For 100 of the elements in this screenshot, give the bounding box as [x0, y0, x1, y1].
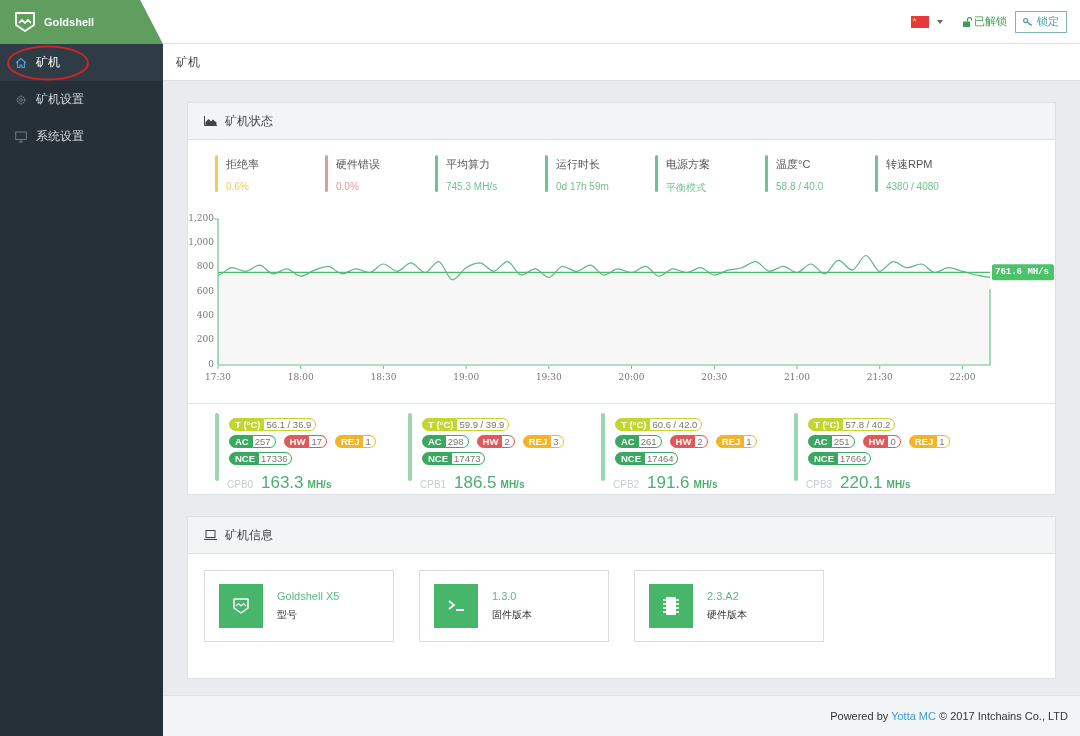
- y-tick-label: 1,000: [188, 236, 214, 247]
- ref-line-label: 761.6 MH/s: [995, 267, 1050, 278]
- counter-value: 1: [744, 435, 757, 448]
- average-value-tag: 761.6 MH/s: [992, 264, 1054, 281]
- counter-value: 17664: [838, 452, 872, 465]
- counter-label: AC: [808, 435, 832, 448]
- hashrate-unit: MH/s: [500, 479, 525, 490]
- terminal-icon: [434, 584, 478, 628]
- unlock-status-text: 已解锁: [974, 14, 1007, 29]
- y-tick-label: 1,200: [188, 212, 214, 223]
- counter-value: 59.9 / 39.9: [457, 418, 510, 431]
- counter-value: 2: [502, 435, 515, 448]
- stat-value: 745.3 MH/s: [446, 181, 498, 192]
- counter-label: NCE: [808, 452, 839, 465]
- x-tick-label: 21:30: [866, 372, 893, 382]
- flag-icon[interactable]: [911, 15, 929, 28]
- counter-value: 257: [252, 435, 276, 448]
- x-tick-label: 22:00: [949, 372, 976, 382]
- x-tick-label: 17:30: [205, 372, 231, 382]
- counter-label: REJ: [522, 435, 552, 448]
- board-hashrate: 186.5: [454, 473, 497, 493]
- stat-label: 平均算力: [446, 157, 491, 172]
- hashrate-unit: MH/s: [693, 479, 718, 490]
- area-chart-icon: [204, 116, 217, 126]
- info-label: 型号: [277, 608, 298, 622]
- y-tick-label: 0: [208, 358, 214, 369]
- caret-icon[interactable]: [937, 19, 943, 24]
- sidebar-item[interactable]: 矿机: [0, 44, 163, 81]
- counter-value: 1: [937, 435, 950, 448]
- brand-name: Goldshell: [44, 16, 95, 28]
- counter-value: 1: [363, 435, 376, 448]
- sidebar-item[interactable]: 矿机设置: [0, 81, 163, 118]
- counter-value: 3: [551, 435, 564, 448]
- counter-value: 261: [638, 435, 662, 448]
- counter-value: 2: [695, 435, 708, 448]
- panel-title: 矿机信息: [225, 526, 273, 544]
- stat-label: 硬件错误: [336, 157, 380, 172]
- counter-label: HW: [862, 435, 889, 448]
- info-label: 硬件版本: [707, 608, 747, 622]
- shield-logo-icon: [219, 584, 263, 628]
- gear-icon: [15, 93, 27, 106]
- counter-label: REJ: [908, 435, 938, 448]
- counter-label: HW: [476, 435, 503, 448]
- board-marker: [215, 413, 219, 481]
- stat-value: 0.6%: [226, 181, 250, 192]
- counter-value: 56.1 / 36.9: [264, 418, 317, 431]
- counter-value: 298: [445, 435, 469, 448]
- stat-value: 平衡模式: [666, 181, 707, 195]
- counter-label: T (°C): [615, 418, 651, 431]
- monitor-icon: [15, 130, 27, 143]
- counter-value: 0: [888, 435, 901, 448]
- y-tick-label: 600: [196, 285, 214, 296]
- counter-label: REJ: [715, 435, 745, 448]
- board-marker: [408, 413, 412, 481]
- stat-label: 拒绝率: [226, 157, 259, 172]
- counter-label: T (°C): [808, 418, 844, 431]
- info-value: Goldshell X5: [277, 590, 340, 602]
- x-tick-label: 19:30: [535, 372, 562, 382]
- stat-value: 4380 / 4080: [886, 181, 939, 192]
- hashrate-unit: MH/s: [886, 479, 911, 490]
- footer-text: Powered by Yotta MC © 2017 Intchains Co., LTD: [830, 710, 1068, 722]
- counter-label: AC: [615, 435, 639, 448]
- counter-label: AC: [422, 435, 446, 448]
- info-label: 固件版本: [492, 608, 532, 622]
- sidebar-item[interactable]: 系统设置: [0, 118, 163, 155]
- counter-value: 60.6 / 42.0: [650, 418, 703, 431]
- counter-value: 17473: [452, 452, 486, 465]
- x-tick-label: 18:30: [370, 372, 397, 382]
- counter-value: 17464: [645, 452, 679, 465]
- breadcrumb-text: 矿机: [176, 53, 200, 71]
- panel-title: 矿机状态: [225, 112, 273, 130]
- x-tick-label: 20:00: [618, 372, 645, 382]
- key-icon: [1023, 17, 1033, 26]
- chip-icon: [649, 584, 693, 628]
- counter-label: T (°C): [229, 418, 265, 431]
- stat-value: 0.0%: [336, 181, 360, 192]
- y-tick-label: 200: [196, 334, 214, 345]
- lock-button[interactable]: 锁定: [1015, 10, 1067, 33]
- counter-label: REJ: [335, 435, 364, 448]
- counter-label: NCE: [229, 452, 260, 465]
- board-hashrate: 220.1: [840, 473, 883, 493]
- stat-value: 58.8 / 40.0: [776, 181, 824, 192]
- stat-label: 电源方案: [666, 157, 710, 172]
- x-tick-label: 20:30: [701, 372, 728, 382]
- counter-label: NCE: [422, 452, 453, 465]
- stat-label: 转速RPM: [886, 157, 934, 172]
- stat-value: 0d 17h 59m: [556, 181, 609, 192]
- board-hashrate: 163.3: [261, 473, 304, 493]
- x-tick-label: 18:00: [287, 372, 314, 382]
- stat-label: 运行时长: [556, 157, 601, 172]
- counter-label: HW: [669, 435, 696, 448]
- board-hashrate: 191.6: [647, 473, 690, 493]
- counter-label: HW: [283, 435, 310, 448]
- unlocked-padlock-icon: [963, 16, 972, 27]
- laptop-icon: [204, 530, 217, 540]
- counter-label: AC: [229, 435, 253, 448]
- stat-label: 温度°C: [776, 157, 812, 172]
- hashrate-unit: MH/s: [307, 479, 332, 490]
- info-value: 1.3.0: [492, 590, 518, 602]
- info-value: 2.3.A2: [707, 590, 740, 602]
